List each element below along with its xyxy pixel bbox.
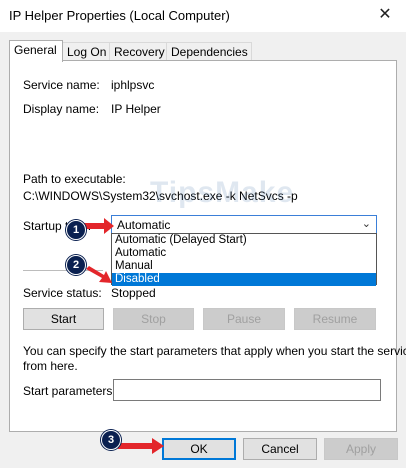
tab-recovery[interactable]: Recovery	[109, 42, 168, 61]
tab-general[interactable]: General	[9, 40, 63, 62]
start-button[interactable]: Start	[23, 308, 104, 330]
window-title: IP Helper Properties (Local Computer)	[9, 8, 230, 23]
step-1-badge: 1	[66, 220, 86, 240]
title-bar: IP Helper Properties (Local Computer) ✕	[0, 0, 406, 32]
chevron-down-icon: ⌄	[361, 218, 371, 230]
watermark: TipsMake	[150, 176, 295, 209]
close-icon[interactable]: ✕	[372, 4, 398, 26]
tab-dependencies[interactable]: Dependencies	[166, 42, 252, 61]
service-status-value: Stopped	[111, 286, 156, 300]
service-name-value: iphlpsvc	[111, 78, 155, 92]
service-status-label: Service status:	[23, 286, 102, 300]
hint-text-line2: from here.	[23, 359, 78, 373]
path-label: Path to executable:	[23, 172, 126, 186]
tab-log-on[interactable]: Log On	[62, 42, 112, 61]
start-params-label: Start parameters:	[23, 384, 116, 398]
arrow-step1-icon	[84, 218, 114, 234]
startup-type-dropdown: Automatic (Delayed Start) Automatic Manu…	[111, 233, 377, 286]
arrow-step3-icon	[118, 438, 164, 454]
startup-type-value: Automatic	[117, 218, 171, 232]
startup-type-select[interactable]: Automatic ⌄	[111, 215, 377, 234]
display-name-value: IP Helper	[111, 102, 161, 116]
ok-button[interactable]: OK	[162, 438, 236, 460]
apply-button[interactable]: Apply	[324, 438, 398, 460]
start-params-input[interactable]	[113, 379, 381, 401]
resume-button[interactable]: Resume	[294, 308, 376, 330]
option-disabled[interactable]: Disabled	[112, 273, 376, 286]
arrow-step2-icon	[86, 266, 112, 283]
display-name-label: Display name:	[23, 102, 100, 116]
hint-text-line1: You can specify the start parameters tha…	[23, 344, 406, 358]
option-automatic[interactable]: Automatic	[112, 247, 376, 260]
stop-button[interactable]: Stop	[113, 308, 194, 330]
service-name-label: Service name:	[23, 78, 100, 92]
dialog-body: General Log On Recovery Dependencies Ser…	[0, 32, 406, 468]
option-manual[interactable]: Manual	[112, 260, 376, 273]
pause-button[interactable]: Pause	[203, 308, 285, 330]
general-panel: Service name: iphlpsvc Display name: IP …	[9, 60, 406, 432]
step-3-badge: 3	[101, 430, 121, 450]
option-automatic-delayed[interactable]: Automatic (Delayed Start)	[112, 234, 376, 247]
cancel-button[interactable]: Cancel	[243, 438, 317, 460]
step-2-badge: 2	[66, 255, 86, 275]
